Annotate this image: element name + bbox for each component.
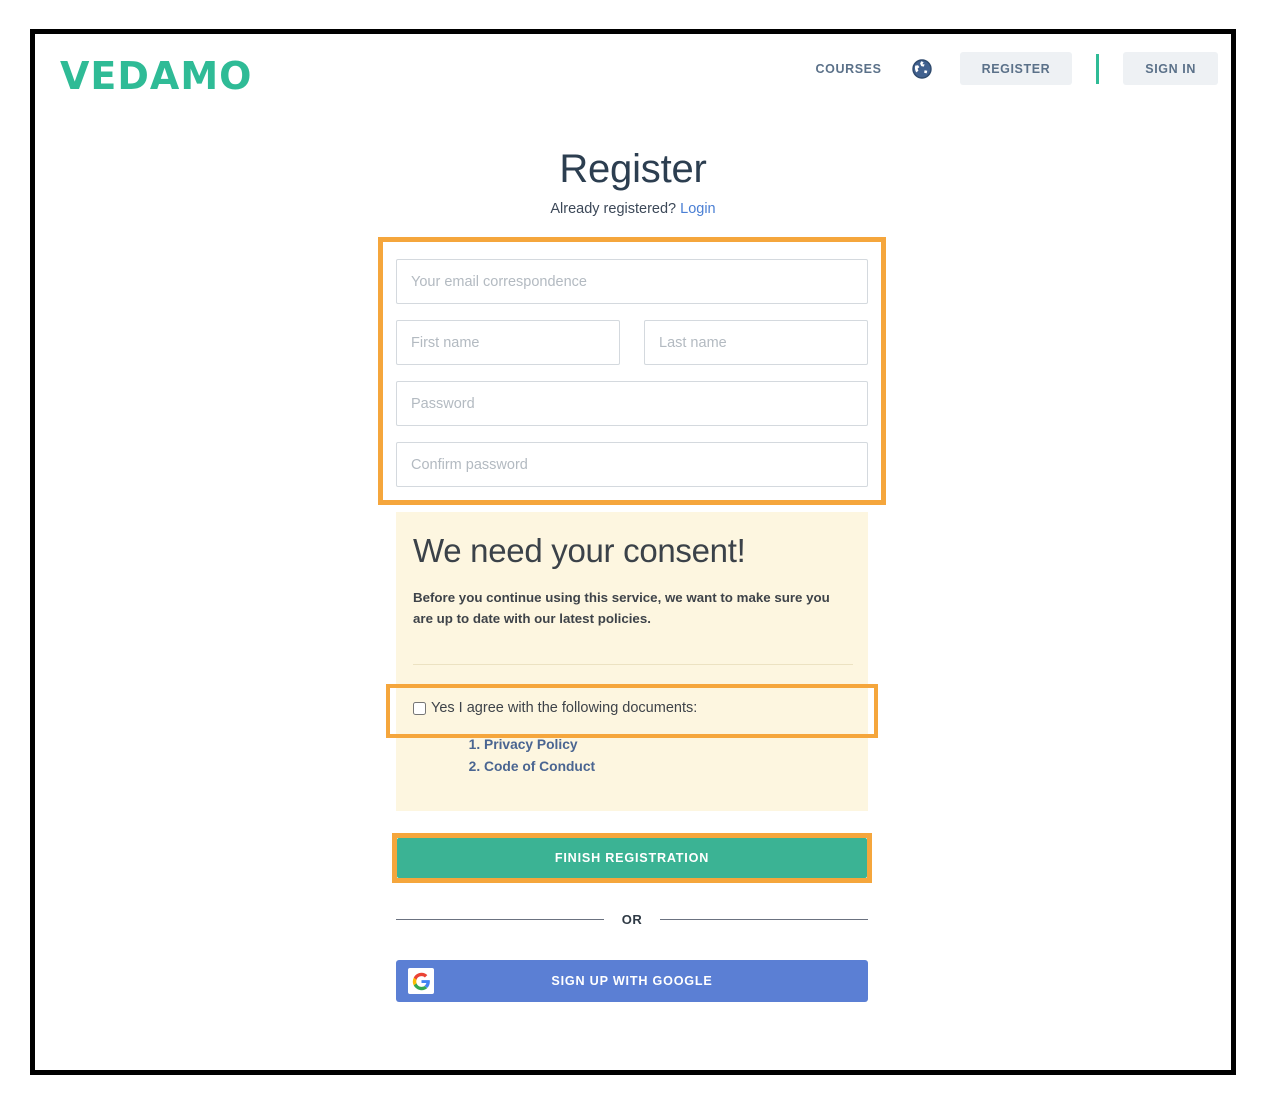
- consent-description: Before you continue using this service, …: [413, 590, 830, 626]
- name-row: [396, 320, 868, 365]
- registration-page: VEDAMO COURSES REGISTER SIGN IN Register…: [35, 34, 1231, 1070]
- consent-documents-list: Privacy Policy Code of Conduct: [462, 734, 595, 778]
- list-item[interactable]: Privacy Policy: [484, 734, 595, 756]
- email-field[interactable]: [396, 259, 868, 304]
- finish-registration-button[interactable]: FINISH REGISTRATION: [397, 838, 867, 878]
- consent-divider: [413, 664, 853, 665]
- nav-item-courses[interactable]: COURSES: [816, 62, 882, 76]
- header-divider: [1096, 53, 1100, 84]
- vedamo-logo[interactable]: VEDAMO: [60, 57, 252, 95]
- consent-panel: We need your consent! Before you continu…: [396, 512, 868, 811]
- agree-checkbox[interactable]: [413, 701, 426, 715]
- confirm-password-field[interactable]: [396, 442, 868, 487]
- or-line-right: [660, 918, 868, 920]
- login-link[interactable]: Login: [680, 201, 715, 217]
- registration-form: [396, 259, 868, 487]
- password-field[interactable]: [396, 381, 868, 426]
- document-link-privacy-policy[interactable]: Privacy Policy: [484, 737, 578, 752]
- already-registered-line: Already registered? Login: [35, 201, 1231, 217]
- agree-label[interactable]: Yes I agree with the following documents…: [431, 700, 697, 716]
- header-navigation: COURSES REGISTER SIGN IN: [816, 52, 1218, 85]
- password-row: [396, 381, 868, 426]
- last-name-field[interactable]: [644, 320, 868, 365]
- or-line-left: [396, 918, 604, 920]
- globe-icon[interactable]: [911, 58, 932, 79]
- consent-heading: We need your consent!: [413, 532, 746, 569]
- document-link-code-of-conduct[interactable]: Code of Conduct: [484, 759, 595, 774]
- or-divider: OR: [396, 909, 868, 929]
- register-button[interactable]: REGISTER: [959, 52, 1073, 85]
- site-header: VEDAMO COURSES REGISTER SIGN IN: [35, 34, 1231, 120]
- already-registered-text: Already registered?: [550, 201, 677, 217]
- first-name-field[interactable]: [396, 320, 620, 365]
- email-row: [396, 259, 868, 304]
- page-title: Register: [559, 147, 707, 191]
- list-item[interactable]: Code of Conduct: [484, 756, 595, 778]
- google-g-icon: [408, 968, 434, 994]
- or-label: OR: [621, 911, 643, 927]
- consent-agree-row[interactable]: Yes I agree with the following documents…: [396, 687, 868, 729]
- confirm-password-row: [396, 442, 868, 487]
- sign-up-with-google-button[interactable]: SIGN UP WITH GOOGLE: [396, 960, 868, 1002]
- sign-in-button[interactable]: SIGN IN: [1123, 52, 1218, 85]
- google-button-label: SIGN UP WITH GOOGLE: [551, 974, 713, 988]
- browser-viewport-frame: VEDAMO COURSES REGISTER SIGN IN Register…: [30, 29, 1236, 1075]
